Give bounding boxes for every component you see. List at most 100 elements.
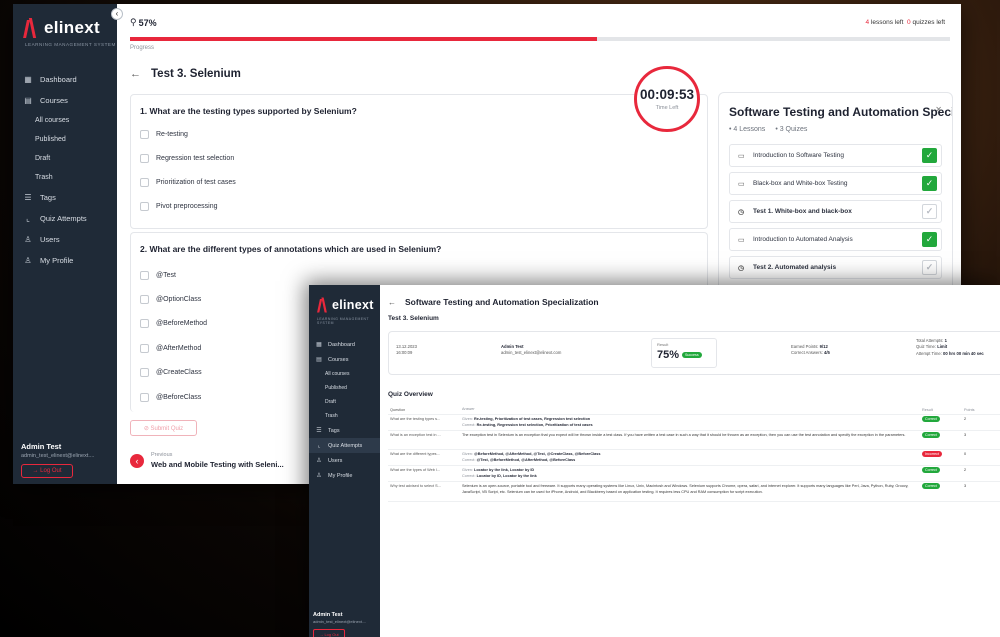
checkbox[interactable] xyxy=(140,153,149,163)
sidebar-item-label: Users xyxy=(328,457,343,464)
user-info: Admin Test admin_test_elinext@elinext...… xyxy=(21,442,94,459)
answer-option[interactable]: Regression test selection xyxy=(131,146,707,170)
timer-icon: ◷ xyxy=(738,264,745,272)
sidebar-item-label: My Profile xyxy=(40,256,74,265)
logo[interactable]: elinext xyxy=(13,4,117,38)
close-icon[interactable]: ✕ xyxy=(935,105,942,114)
result-cell: Correct xyxy=(922,467,960,473)
attempt-datetime: 13.12.2023 16:00:09 xyxy=(396,344,417,357)
list-icon: ☰ xyxy=(24,193,32,202)
sidebar-item-tags[interactable]: ☰ Tags xyxy=(309,423,380,438)
collapse-sidebar-button[interactable]: ‹ xyxy=(111,8,123,20)
sidebar-item-label: My Profile xyxy=(328,472,353,479)
quiz-time-label: Quiz Time: xyxy=(916,344,938,350)
sidebar-item-trash[interactable]: Trash xyxy=(309,409,380,423)
option-label: Pivot preprocessing xyxy=(156,202,218,210)
checkbox[interactable] xyxy=(140,343,149,353)
course-item[interactable]: ▭ Introduction to Automated Analysis ✓ xyxy=(729,228,942,251)
sidebar-item-all-courses[interactable]: All courses xyxy=(13,111,117,130)
sidebar-item-users[interactable]: ♙ Users xyxy=(309,453,380,468)
sidebar-item-draft[interactable]: Draft xyxy=(309,395,380,409)
sidebar-item-tags[interactable]: ☰ Tags xyxy=(13,187,117,208)
logo[interactable]: elinext xyxy=(309,285,380,315)
result-cell: Incorrect xyxy=(922,451,960,457)
sidebar-item-published[interactable]: Published xyxy=(13,130,117,149)
given-answer: Re-testing, Prioritization of test cases… xyxy=(474,417,591,421)
checkbox[interactable] xyxy=(140,295,149,305)
result-summary-card: 13.12.2023 16:00:09 Admin Test admin_tes… xyxy=(388,331,1000,375)
logo-subtitle: LEARNING MANAGEMENT SYSTEM xyxy=(317,317,370,325)
sidebar-item-courses[interactable]: ▤ Courses xyxy=(13,90,117,111)
status-badge: Correct xyxy=(922,483,940,489)
column-header-points: Points xyxy=(964,407,975,412)
sidebar-item-dashboard[interactable]: ▦ Dashboard xyxy=(13,69,117,90)
column-header-question: Question xyxy=(390,407,406,412)
back-arrow-icon[interactable]: ← xyxy=(388,298,396,307)
profile-icon: ♙ xyxy=(24,256,32,265)
sidebar-item-label: Tags xyxy=(40,193,56,202)
checkbox[interactable] xyxy=(140,319,149,329)
attempt-summary: Total Attempts: 1 Quiz Time: Limit Attem… xyxy=(916,338,984,357)
sidebar-item-trash[interactable]: Trash xyxy=(13,168,117,187)
checkbox[interactable] xyxy=(140,201,149,211)
document-icon: ▭ xyxy=(738,180,745,188)
back-arrow-icon[interactable]: ← xyxy=(130,68,141,80)
table-row[interactable]: What are the testing types s... Given: R… xyxy=(388,415,1000,431)
course-title: Software Testing and Automation Speciali… xyxy=(405,297,599,307)
given-label: Given: xyxy=(462,417,473,421)
submit-quiz-button[interactable]: ⊘ Submit Quiz xyxy=(130,420,197,436)
quizzes-count: • 3 Quizes xyxy=(775,126,808,133)
document-icon: ▭ xyxy=(738,152,745,160)
course-title: Software Testing and Automation Speci... xyxy=(729,105,953,119)
attempts-value: 1 xyxy=(944,338,947,343)
sidebar-item-courses[interactable]: ▤ Courses xyxy=(309,352,380,367)
column-header-result: Result xyxy=(922,407,933,412)
sidebar-item-all-courses[interactable]: All courses xyxy=(309,367,380,381)
checkbox[interactable] xyxy=(140,368,149,378)
attempt-time: 16:00:09 xyxy=(396,350,413,356)
table-row[interactable]: What is an exception test in ... The exc… xyxy=(388,431,1000,450)
correct-label: Correct: xyxy=(462,422,476,427)
table-row[interactable]: Why test advised to select S... Selenium… xyxy=(388,482,1000,502)
checkbox[interactable] xyxy=(140,392,149,402)
sidebar-item-quiz-attempts[interactable]: ⌞ Quiz Attempts xyxy=(13,208,117,229)
quiz-overview-table: Question Answer Result Points What are t… xyxy=(388,405,1000,502)
answer-option[interactable]: Pivot preprocessing xyxy=(131,194,707,218)
result-label: Result xyxy=(657,342,669,347)
given-answer: @BeforeMethod, @AfterMethod, @Test, @Cre… xyxy=(474,452,601,456)
sidebar-item-draft[interactable]: Draft xyxy=(13,149,117,168)
sidebar: elinext LEARNING MANAGEMENT SYSTEM ▦ Dash… xyxy=(13,4,117,484)
course-item[interactable]: ▭ Introduction to Software Testing ✓ xyxy=(729,144,942,167)
course-item[interactable]: ▭ Black-box and White-box Testing ✓ xyxy=(729,172,942,195)
grid-icon: ▦ xyxy=(24,75,32,84)
correct-label: Correct: xyxy=(462,473,476,478)
course-item[interactable]: ◷ Test 1. White-box and black-box ✓ xyxy=(729,200,942,223)
logout-button[interactable]: → Log Out xyxy=(21,464,73,478)
logout-button[interactable]: → Log Out xyxy=(313,629,345,637)
status-badge: Success xyxy=(682,352,702,358)
answer-cell: Given: Locator by the link, Locator by I… xyxy=(462,468,922,479)
sidebar-item-quiz-attempts[interactable]: ⌞ Quiz Attempts xyxy=(309,438,380,453)
sidebar-item-my-profile[interactable]: ♙ My Profile xyxy=(309,468,380,483)
table-row[interactable]: What are the different types... Given: @… xyxy=(388,450,1000,466)
answer-option[interactable]: @Test xyxy=(131,263,707,287)
answer-option[interactable]: Prioritization of test cases xyxy=(131,170,707,194)
sidebar-item-dashboard[interactable]: ▦ Dashboard xyxy=(309,337,380,352)
progress-bar-fill xyxy=(130,37,598,41)
lessons-left-label: lessons left xyxy=(869,19,904,26)
sidebar-item-my-profile[interactable]: ♙ My Profile xyxy=(13,250,117,271)
checkbox[interactable] xyxy=(140,129,149,139)
sidebar-item-published[interactable]: Published xyxy=(309,381,380,395)
table-row[interactable]: What are the types of Web l... Given: Lo… xyxy=(388,466,1000,482)
checkbox[interactable] xyxy=(140,177,149,187)
sidebar-item-users[interactable]: ♙ Users xyxy=(13,229,117,250)
previous-lesson-link[interactable]: ‹ Previous Web and Mobile Testing with S… xyxy=(130,452,284,469)
question-title: 2. What are the different types of annot… xyxy=(140,244,442,254)
progress-percent: 57% xyxy=(138,17,157,28)
user-info: Admin Test admin_test_elinext@elinext...… xyxy=(313,612,366,624)
quiz-results-window: elinext LEARNING MANAGEMENT SYSTEM ▦ Dash… xyxy=(309,285,1000,637)
answer-option[interactable]: Re-testing xyxy=(131,122,707,146)
course-item[interactable]: ◷ Test 2. Automated analysis ✓ xyxy=(729,256,942,279)
checkbox[interactable] xyxy=(140,270,149,280)
status-badge: Correct xyxy=(922,416,940,422)
